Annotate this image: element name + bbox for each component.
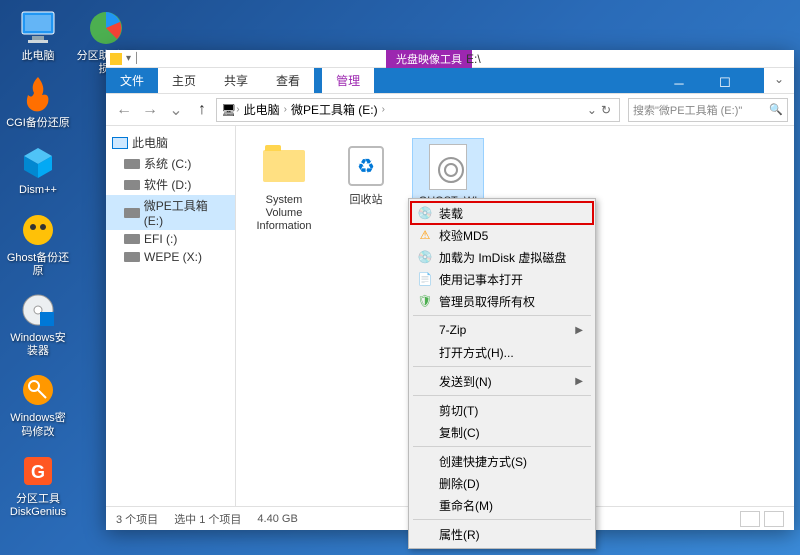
context-tab-label: 光盘映像工具: [386, 50, 472, 68]
ctx-properties[interactable]: 属性(R): [411, 523, 593, 545]
ctx-md5[interactable]: ⚠校验MD5: [411, 224, 593, 246]
ctx-rename[interactable]: 重命名(M): [411, 494, 593, 516]
file-item-recycle[interactable]: 回收站: [330, 138, 402, 211]
sidebar-drive-e[interactable]: 微PE工具箱 (E:): [106, 195, 235, 230]
pc-icon: [112, 137, 128, 149]
context-menu: 💿装载 ⚠校验MD5 💿加载为 ImDisk 虚拟磁盘 📄使用记事本打开 🛡管理…: [408, 198, 596, 549]
ribbon-tab-share[interactable]: 共享: [210, 68, 262, 93]
disk-icon: [124, 180, 140, 190]
cd-icon: [18, 290, 58, 330]
box-icon: [18, 142, 58, 182]
status-size: 4.40 GB: [257, 513, 297, 525]
ctx-delete[interactable]: 删除(D): [411, 472, 593, 494]
sidebar-this-pc[interactable]: 此电脑: [106, 132, 235, 153]
status-selected: 选中 1 个项目: [174, 511, 241, 527]
ctx-sendto[interactable]: 发送到(N)▶: [411, 370, 593, 392]
recycle-icon: [348, 146, 384, 186]
ribbon-tab-manage[interactable]: 管理: [322, 68, 374, 93]
disk-icon: [124, 252, 140, 262]
addr-dropdown-icon[interactable]: ⌄: [587, 103, 597, 117]
desktop-icon-win-installer[interactable]: Windows安装器: [6, 290, 70, 358]
address-bar-row: ← → ⌄ ↑ 🖥 › 此电脑 › 微PE工具箱 (E:) › ⌄ ↻ 搜索"微…: [106, 94, 794, 126]
sidebar-drive-d[interactable]: 软件 (D:): [106, 174, 235, 195]
desktop-icon-this-pc[interactable]: 此电脑: [6, 8, 70, 63]
search-input[interactable]: 搜索"微PE工具箱 (E:)" 🔍: [628, 98, 788, 122]
sidebar-drive-efi[interactable]: EFI (:): [106, 230, 235, 248]
breadcrumb-seg[interactable]: 此电脑: [240, 101, 284, 118]
window-title: E:\: [466, 52, 481, 66]
folder-icon: [263, 150, 305, 182]
desktop-icon-win-password[interactable]: Windows密码修改: [6, 370, 70, 438]
nav-sidebar: 此电脑 系统 (C:) 软件 (D:) 微PE工具箱 (E:) EFI (:) …: [106, 126, 236, 506]
ctx-shortcut[interactable]: 创建快捷方式(S): [411, 450, 593, 472]
iso-icon: [429, 144, 467, 190]
ctx-mount[interactable]: 💿装载: [411, 202, 593, 224]
ribbon-tabs: 文件 主页 共享 查看 管理 ⌄: [106, 68, 794, 94]
pc-small-icon: 🖥: [221, 103, 236, 117]
view-details-button[interactable]: [740, 511, 760, 527]
disk-icon: [124, 159, 140, 169]
disc-icon: 💿: [417, 249, 433, 265]
desktop-icon-diskgenius[interactable]: G 分区工具DiskGenius: [6, 451, 70, 519]
disc-icon: 💿: [417, 205, 433, 221]
ghost-icon: [18, 210, 58, 250]
shield-icon: 🛡: [417, 293, 433, 309]
pc-icon: [18, 8, 58, 48]
warn-icon: ⚠: [417, 227, 433, 243]
svg-text:G: G: [31, 462, 45, 482]
view-icons-button[interactable]: [764, 511, 784, 527]
ctx-separator: [413, 519, 591, 520]
sidebar-drive-c[interactable]: 系统 (C:): [106, 153, 235, 174]
ribbon-tab-home[interactable]: 主页: [158, 68, 210, 93]
ctx-separator: [413, 395, 591, 396]
ctx-separator: [413, 315, 591, 316]
ctx-openwith[interactable]: 打开方式(H)...: [411, 341, 593, 363]
disk-icon: [124, 208, 140, 218]
ctx-cut[interactable]: 剪切(T): [411, 399, 593, 421]
key-icon: [18, 370, 58, 410]
breadcrumb-seg[interactable]: 微PE工具箱 (E:): [287, 101, 382, 118]
ctx-copy[interactable]: 复制(C): [411, 421, 593, 443]
ctx-imdisk[interactable]: 💿加载为 ImDisk 虚拟磁盘: [411, 246, 593, 268]
desktop-icon-cgi-backup[interactable]: CGI备份还原: [6, 75, 70, 130]
ribbon-tab-file[interactable]: 文件: [106, 68, 158, 93]
ctx-separator: [413, 366, 591, 367]
desktop-icon-dism[interactable]: Dism++: [6, 142, 70, 197]
ctx-notepad[interactable]: 📄使用记事本打开: [411, 268, 593, 290]
nav-back-button[interactable]: ←: [112, 98, 136, 122]
search-icon: 🔍: [769, 103, 783, 116]
note-icon: 📄: [417, 271, 433, 287]
chevron-right-icon: ▶: [575, 376, 583, 387]
nav-up-button[interactable]: ↑: [190, 98, 214, 122]
fire-icon: [18, 75, 58, 115]
diskgenius-icon: G: [18, 451, 58, 491]
chevron-right-icon: ▶: [575, 325, 583, 336]
file-item-folder-svi[interactable]: System Volume Information: [248, 138, 320, 238]
refresh-button[interactable]: ↻: [597, 103, 615, 117]
qat-row: ▾ │ 光盘映像工具 E:\: [106, 50, 794, 68]
nav-forward-button[interactable]: →: [138, 98, 162, 122]
desktop-icon-ghost-backup[interactable]: Ghost备份还原: [6, 210, 70, 278]
ribbon-tab-view[interactable]: 查看: [262, 68, 314, 93]
ctx-7zip[interactable]: 7-Zip▶: [411, 319, 593, 341]
sidebar-drive-x[interactable]: WEPE (X:): [106, 248, 235, 266]
ctx-separator: [413, 446, 591, 447]
ribbon-collapse-icon[interactable]: ⌄: [764, 68, 794, 93]
disk-icon: [124, 234, 140, 244]
ctx-admin-own[interactable]: 🛡管理员取得所有权: [411, 290, 593, 312]
address-bar[interactable]: 🖥 › 此电脑 › 微PE工具箱 (E:) › ⌄ ↻: [216, 98, 620, 122]
pie-icon: [86, 8, 126, 48]
folder-small-icon: [110, 53, 122, 65]
nav-recent-button[interactable]: ⌄: [164, 98, 188, 122]
status-count: 3 个项目: [116, 511, 158, 527]
